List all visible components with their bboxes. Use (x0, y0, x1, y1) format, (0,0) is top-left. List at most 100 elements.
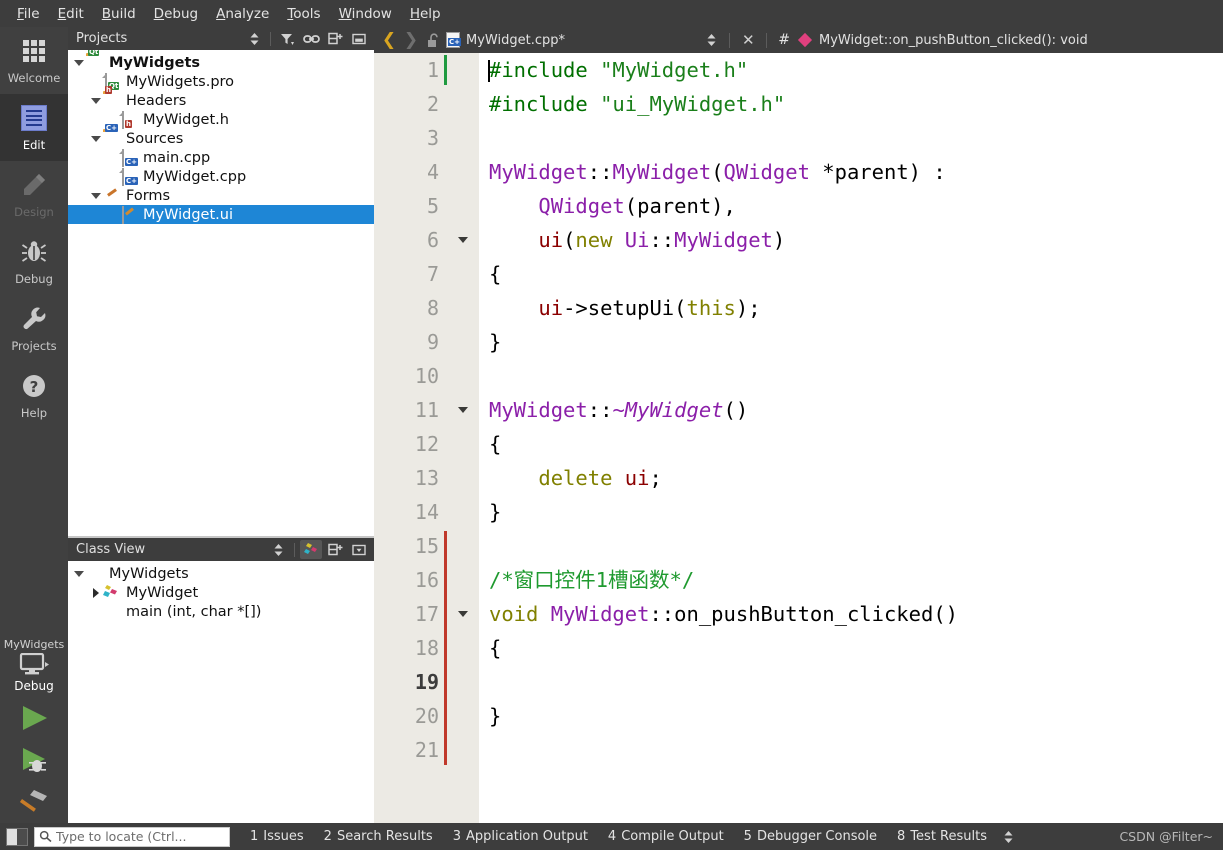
code-line[interactable]: QWidget(parent), (479, 189, 1223, 223)
project-tree-item[interactable]: C+ MyWidget.cpp (68, 167, 374, 186)
chevron-down-icon[interactable] (89, 189, 103, 203)
kit-buildconfig-label: Debug (14, 679, 54, 693)
project-tree-item[interactable]: C+ main.cpp (68, 148, 374, 167)
code-line[interactable]: #include "MyWidget.h" (479, 53, 1223, 87)
mode-welcome[interactable]: Welcome (0, 27, 68, 94)
output-pane-issues[interactable]: 1 Issues (240, 829, 314, 844)
mode-help[interactable]: ? Help (0, 362, 68, 429)
fold-toggle-icon[interactable] (447, 597, 479, 631)
run-button[interactable] (17, 703, 51, 733)
updown-arrows-icon[interactable] (243, 29, 265, 48)
fold-toggle-icon[interactable] (447, 223, 479, 257)
locator-input[interactable]: Type to locate (Ctrl... (34, 826, 230, 847)
code-editor[interactable]: 1 2 3 4 5 6 7 8 9 10 11 12 13 14 15 16 17 18 19 20 21 #inclu… (374, 53, 1223, 823)
line-number: 6 (426, 228, 439, 252)
function-diamond-icon (797, 32, 813, 48)
mode-label: Projects (11, 339, 57, 353)
pane-label: Application Output (465, 829, 588, 844)
output-pane-debugger-console[interactable]: 5 Debugger Console (734, 829, 887, 844)
menu-item-file[interactable]: File (8, 3, 49, 25)
fold-toggle-icon[interactable] (447, 393, 479, 427)
menu-item-help[interactable]: Help (401, 3, 450, 25)
funnel-icon[interactable] (276, 29, 298, 48)
code-line[interactable] (479, 359, 1223, 393)
code-line[interactable] (479, 121, 1223, 155)
text-cursor (488, 60, 490, 82)
project-tree-item[interactable]: Qt MyWidgets.pro (68, 72, 374, 91)
pane-label: Test Results (910, 829, 988, 844)
code-line[interactable]: } (479, 495, 1223, 529)
symbol-selector[interactable]: MyWidget::on_pushButton_clicked(): void (819, 33, 1088, 48)
menu-item-debug[interactable]: Debug (145, 3, 207, 25)
code-folding-column[interactable] (447, 53, 479, 823)
code-line[interactable] (479, 529, 1223, 563)
code-line[interactable]: delete ui; (479, 461, 1223, 495)
class-view-item[interactable]: MyWidget (68, 583, 374, 602)
code-line[interactable]: MyWidget::~MyWidget() (479, 393, 1223, 427)
menu-item-build[interactable]: Build (93, 3, 145, 25)
code-line[interactable]: #include "ui_MyWidget.h" (479, 87, 1223, 121)
output-pane-expand-icon[interactable] (997, 830, 1020, 844)
line-number: 8 (426, 296, 439, 320)
code-line[interactable]: } (479, 325, 1223, 359)
project-tree-item[interactable]: h Headers (68, 85, 374, 110)
code-line[interactable]: { (479, 631, 1223, 665)
class-view-item[interactable]: MyWidgets (68, 564, 374, 583)
build-button[interactable] (17, 787, 51, 817)
output-pane-search-results[interactable]: 2 Search Results (314, 829, 443, 844)
mode-debug[interactable]: Debug (0, 228, 68, 295)
code-line[interactable]: ui->setupUi(this); (479, 291, 1223, 325)
toggle-sidebar-icon[interactable] (6, 827, 28, 846)
debug-button[interactable] (17, 745, 51, 775)
editor-filename[interactable]: MyWidget.cpp* (466, 33, 565, 48)
class-view-tree[interactable]: MyWidgets MyWidget main (int, char *[]) (68, 561, 374, 823)
code-line[interactable]: /*窗口控件1槽函数*/ (479, 563, 1223, 597)
close-icon[interactable]: ✕ (737, 31, 759, 49)
split-plus-icon[interactable] (324, 29, 346, 48)
project-tree-item[interactable]: Forms (68, 186, 374, 205)
code-line[interactable] (479, 733, 1223, 767)
chevron-down-icon[interactable] (89, 94, 103, 108)
code-line[interactable]: void MyWidget::on_pushButton_clicked() (479, 597, 1223, 631)
code-line[interactable] (479, 665, 1223, 699)
unlocked-padlock-icon[interactable] (422, 32, 444, 48)
minimize-icon[interactable] (348, 29, 370, 48)
line-number: 2 (426, 92, 439, 116)
class-view-item[interactable]: main (int, char *[]) (68, 602, 374, 621)
project-tree-label: Sources (126, 130, 184, 147)
chevron-down-icon[interactable] (89, 132, 103, 146)
updown-arrows-icon[interactable] (267, 540, 289, 559)
chevron-left-icon[interactable]: ❮ (378, 31, 400, 49)
code-line[interactable]: MyWidget::MyWidget(QWidget *parent) : (479, 155, 1223, 189)
mode-projects[interactable]: Projects (0, 295, 68, 362)
code-line[interactable]: { (479, 257, 1223, 291)
code-text-area[interactable]: #include "MyWidget.h" #include "ui_MyWidg… (479, 53, 1223, 823)
code-line[interactable]: { (479, 427, 1223, 461)
menu-item-window[interactable]: Window (330, 3, 401, 25)
project-tree[interactable]: Qt MyWidgets Qt MyWidgets.pro h Headers h MyWid… (68, 50, 374, 536)
menu-item-analyze[interactable]: Analyze (207, 3, 278, 25)
code-line[interactable]: } (479, 699, 1223, 733)
dropdown-box-icon[interactable] (348, 540, 370, 559)
chevron-down-icon[interactable] (72, 567, 86, 581)
project-tree-item[interactable]: C+ Sources (68, 123, 374, 148)
file-dropdown-icon[interactable] (700, 31, 722, 50)
project-tree-item[interactable]: Qt MyWidgets (68, 50, 374, 72)
status-bar: Type to locate (Ctrl... 1 Issues 2 Search R… (0, 823, 1223, 850)
code-line[interactable]: ui(new Ui::MyWidget) (479, 223, 1223, 257)
output-pane-test-results[interactable]: 8 Test Results (887, 829, 997, 844)
menu-item-tools[interactable]: Tools (278, 3, 329, 25)
mode-edit[interactable]: Edit (0, 94, 68, 161)
menu-item-edit[interactable]: Edit (49, 3, 93, 25)
project-tree-item[interactable]: MyWidget.ui (68, 205, 374, 224)
class-filter-icon[interactable] (300, 540, 322, 559)
chevron-down-icon[interactable] (72, 56, 86, 70)
chevron-right-icon[interactable] (89, 586, 103, 600)
chevron-right-icon[interactable]: ❯ (400, 31, 422, 49)
output-pane-application-output[interactable]: 3 Application Output (443, 829, 598, 844)
split-plus-icon[interactable] (324, 540, 346, 559)
output-pane-compile-output[interactable]: 4 Compile Output (598, 829, 734, 844)
link-icon[interactable] (300, 29, 322, 48)
kit-selector-button[interactable]: MyWidgets Debug (4, 634, 64, 693)
